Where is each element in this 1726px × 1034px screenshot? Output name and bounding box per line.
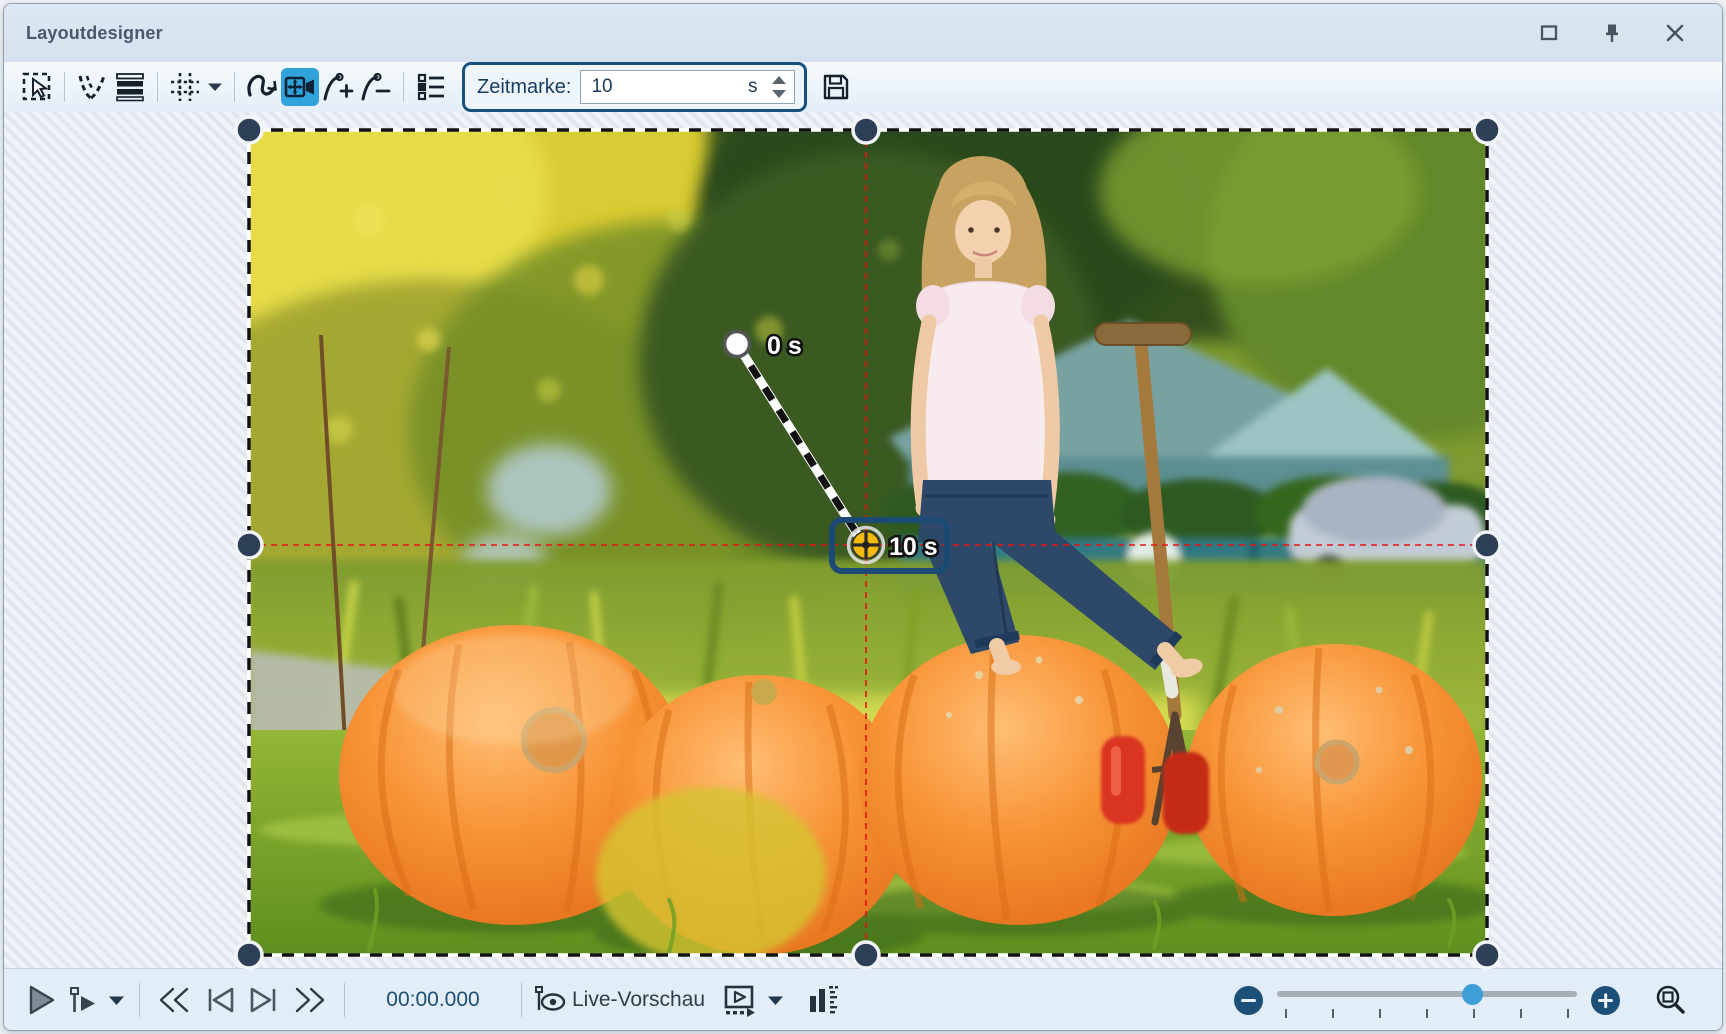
rewind-icon [154,984,194,1016]
transport-bar: 00:00.000 Live-Vorschau [4,968,1722,1031]
handle-mid-right[interactable] [1474,532,1500,558]
path-select-tool-button[interactable] [73,68,111,106]
toolbar: Zeitmarke: s [4,62,1722,112]
handle-mid-left[interactable] [236,532,262,558]
remove-keyframe-button[interactable] [357,68,395,106]
keyframe-list-button[interactable] [412,68,450,106]
toolbar-separator [64,72,65,102]
caret-down-icon [207,82,223,92]
transport-separator [139,983,140,1017]
motion-curve-button[interactable] [243,68,281,106]
layers-icon [114,71,146,103]
zoom-slider-track[interactable] [1277,991,1577,997]
preview-quality-button[interactable] [802,979,844,1021]
handle-top-right[interactable] [1474,117,1500,143]
prev-icon [202,984,238,1016]
handle-bottom-left[interactable] [236,942,262,968]
eye-pin-icon [532,983,566,1017]
preview-options-dropdown[interactable] [763,979,788,1021]
save-keyframes-button[interactable] [817,68,855,106]
caret-down-icon [108,995,125,1006]
timestamp-input[interactable] [589,75,744,99]
keyframe-minus-icon [359,71,393,103]
zoom-fit-button[interactable] [1650,979,1692,1021]
grid-icon [169,71,201,103]
preview-window-icon [721,981,759,1019]
toolbar-separator [157,72,158,102]
step-forward-button[interactable] [242,979,286,1021]
preview-window-button[interactable] [717,979,763,1021]
stepper-down-icon[interactable] [772,90,786,98]
forward-icon [290,984,330,1016]
skip-to-end-button[interactable] [286,979,334,1021]
levels-icon [806,982,840,1018]
play-options-dropdown[interactable] [104,979,129,1021]
zoom-slider-ticks [1285,1009,1569,1018]
canvas-svg: 0 s 10 s [4,112,1723,968]
titlebar[interactable]: Layoutdesigner [4,4,1722,62]
close-button[interactable] [1658,18,1688,48]
zoom-slider[interactable] [1277,983,1577,1017]
pin-play-icon [66,983,100,1017]
time-display: 00:00.000 [369,988,497,1012]
play-button[interactable] [20,979,62,1021]
magnifier-fit-icon [1654,983,1688,1017]
toolbar-separator [234,72,235,102]
keyframe-plus-icon [321,71,355,103]
handle-top-center[interactable] [853,117,879,143]
path-start-label: 0 s [767,332,802,360]
live-preview-label: Live-Vorschau [572,988,705,1012]
maximize-button[interactable] [1532,18,1562,48]
layoutdesigner-window: Layoutdesigner [3,3,1723,1031]
play-icon [24,983,58,1017]
live-preview-icon [532,983,566,1017]
photo-object[interactable]: 0 s 10 s [119,40,1629,968]
dashed-check-icon [75,71,109,103]
skip-to-start-button[interactable] [150,979,198,1021]
close-icon [1664,22,1686,44]
path-node-start[interactable] [725,332,750,357]
save-icon [821,72,851,102]
camera-move-icon [283,71,317,103]
next-icon [246,984,282,1016]
handle-top-left[interactable] [236,117,262,143]
zoom-out-button[interactable] [1234,986,1263,1015]
s-curve-icon [245,71,279,103]
add-keyframe-button[interactable] [319,68,357,106]
grid-button[interactable] [166,68,204,106]
transport-separator [521,983,522,1017]
align-layers-button[interactable] [111,68,149,106]
camera-pan-button-active[interactable] [281,68,319,106]
zoom-in-button[interactable] [1591,986,1620,1015]
timestamp-field: s [580,70,795,104]
pin-button[interactable] [1595,18,1625,48]
grid-options-dropdown[interactable] [204,68,226,106]
play-from-marker-button[interactable] [62,979,104,1021]
list-icon [415,71,447,103]
layout-canvas[interactable]: 0 s 10 s [4,112,1722,968]
timestamp-unit: s [748,76,758,98]
handle-bottom-right[interactable] [1474,942,1500,968]
caret-down-icon [767,995,784,1006]
zoom-controls [1234,979,1692,1021]
toolbar-separator [403,72,404,102]
path-end-label: 10 s [889,533,938,561]
selection-rect-icon [21,71,53,103]
timestamp-label: Zeitmarke: [477,76,571,99]
window-title: Layoutdesigner [26,23,163,44]
transport-separator [344,983,345,1017]
stepper-up-icon[interactable] [772,76,786,84]
maximize-icon [1538,22,1560,44]
step-back-button[interactable] [198,979,242,1021]
zoom-slider-thumb[interactable] [1462,984,1483,1005]
pin-icon [1601,22,1623,44]
select-tool-button[interactable] [18,68,56,106]
timestamp-panel: Zeitmarke: s [462,62,807,112]
timestamp-stepper[interactable] [769,74,789,100]
handle-bottom-center[interactable] [853,942,879,968]
